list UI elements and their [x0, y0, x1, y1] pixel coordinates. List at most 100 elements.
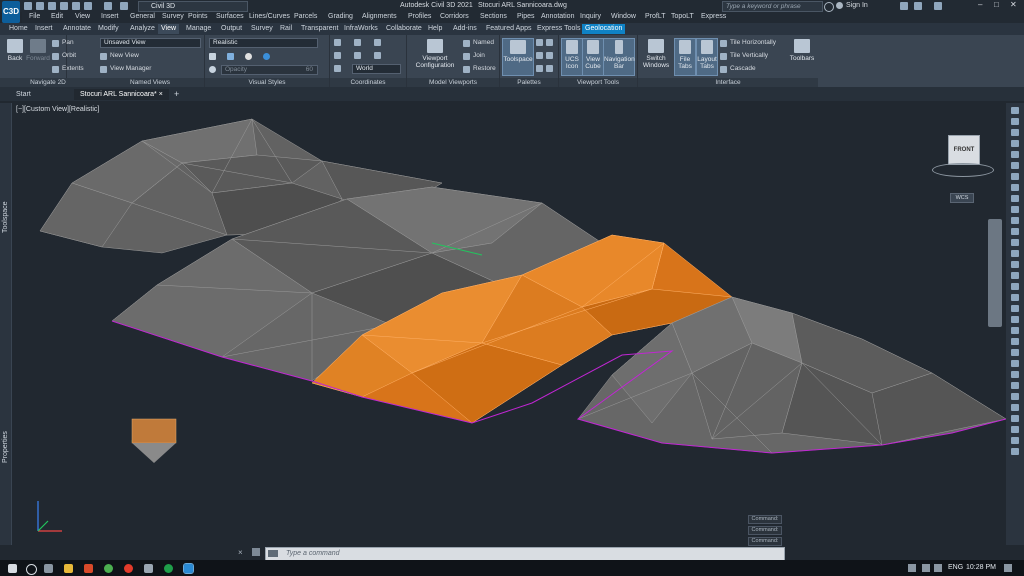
menu-item-parcels[interactable]: Parcels — [294, 13, 317, 20]
toolbar-tool-icon[interactable] — [1011, 272, 1019, 279]
tile-vertically-button[interactable]: Tile Vertically — [730, 52, 768, 59]
menu-item-edit[interactable]: Edit — [51, 13, 63, 20]
properties-palette-icon[interactable] — [536, 39, 543, 46]
toolbar-tool-icon[interactable] — [1011, 327, 1019, 334]
view-cube-toggle[interactable]: View Cube — [582, 38, 604, 76]
menu-item-survey[interactable]: Survey — [162, 13, 184, 20]
view-cube-compass[interactable] — [932, 163, 994, 177]
toolbar-tool-icon[interactable] — [1011, 228, 1019, 235]
ucs-x-icon[interactable] — [374, 39, 381, 46]
material-icon[interactable] — [227, 53, 234, 60]
toolbar-tool-icon[interactable] — [1011, 140, 1019, 147]
tab-rail[interactable]: Rail — [277, 24, 295, 34]
visual-style-dropdown[interactable]: Realistic — [209, 38, 318, 48]
tab-help[interactable]: Help — [425, 24, 445, 34]
menu-item-window[interactable]: Window — [611, 13, 636, 20]
menu-item-view[interactable]: View — [75, 13, 90, 20]
save-as-icon[interactable] — [60, 2, 68, 10]
new-tab-button[interactable]: + — [168, 89, 185, 100]
toolbar-tool-icon[interactable] — [1011, 316, 1019, 323]
task-view-icon[interactable] — [44, 564, 53, 573]
windows-start-icon[interactable] — [8, 564, 17, 573]
toolbar-tool-icon[interactable] — [1011, 437, 1019, 444]
workspace-dropdown[interactable]: Civil 3D — [138, 1, 248, 12]
toolbar-tool-icon[interactable] — [1011, 426, 1019, 433]
file-explorer-icon[interactable] — [64, 564, 73, 573]
named-view-dropdown[interactable]: Unsaved View — [100, 38, 201, 48]
tab-geolocation[interactable]: Geolocation — [582, 24, 626, 34]
toolbars-button[interactable]: Toolbars — [788, 38, 816, 74]
tab-manage[interactable]: Manage — [183, 24, 214, 34]
navigation-bar-toggle[interactable]: Navigation Bar — [603, 38, 635, 76]
tray-overflow-icon[interactable] — [908, 564, 916, 572]
tab-survey[interactable]: Survey — [248, 24, 276, 34]
share-icon[interactable] — [914, 2, 922, 10]
command-line[interactable]: Type a command — [265, 547, 785, 561]
tab-infraworks[interactable]: InfraWorks — [341, 24, 381, 34]
notepad-icon[interactable] — [144, 564, 153, 573]
toolbar-tool-icon[interactable] — [1011, 305, 1019, 312]
sky-icon[interactable] — [263, 53, 270, 60]
menu-item-topolt[interactable]: TopoLT — [671, 13, 694, 20]
ucs-icon[interactable] — [334, 39, 341, 46]
ucs-view-icon[interactable] — [334, 52, 341, 59]
toolbar-tool-icon[interactable] — [1011, 349, 1019, 356]
volume-icon[interactable] — [934, 564, 942, 572]
toolbar-tool-icon[interactable] — [1011, 195, 1019, 202]
toolspace-palette-tab[interactable]: Toolspace — [2, 201, 9, 233]
recent-commands-icon[interactable] — [268, 550, 278, 557]
menu-item-proflt[interactable]: ProfLT — [645, 13, 666, 20]
layers-palette-icon[interactable] — [536, 52, 543, 59]
language-indicator[interactable]: ENG — [948, 564, 963, 571]
file-tabs-toggle[interactable]: File Tabs — [674, 38, 696, 76]
drawing-viewport[interactable]: [−][Custom View][Realistic] FRONT WCS — [12, 103, 1006, 545]
menu-item-inquiry[interactable]: Inquiry — [580, 13, 601, 20]
tab-analyze[interactable]: Analyze — [127, 24, 158, 34]
cascade-button[interactable]: Cascade — [730, 65, 756, 72]
wcs-menu[interactable]: WCS — [950, 193, 974, 203]
opera-icon[interactable] — [124, 564, 133, 573]
properties-palette-tab[interactable]: Properties — [2, 431, 9, 463]
app-green-icon[interactable] — [164, 564, 173, 573]
open-icon[interactable] — [36, 2, 44, 10]
tool-palette-icon[interactable] — [546, 39, 553, 46]
close-command-line-icon[interactable]: × — [238, 548, 243, 557]
toolbar-tool-icon[interactable] — [1011, 239, 1019, 246]
toolbar-tool-icon[interactable] — [1011, 118, 1019, 125]
calculator-icon[interactable] — [536, 65, 543, 72]
ucs-icon-toggle[interactable]: UCS Icon — [561, 38, 583, 76]
new-icon[interactable] — [24, 2, 32, 10]
pan-button[interactable]: Pan — [62, 39, 74, 46]
toolbar-tool-icon[interactable] — [1011, 162, 1019, 169]
undo-icon[interactable] — [104, 2, 112, 10]
save-icon[interactable] — [48, 2, 56, 10]
civil3d-taskbar-icon[interactable] — [183, 563, 194, 574]
join-button[interactable]: Join — [473, 52, 485, 59]
tab-express-tools[interactable]: Express Tools — [534, 24, 583, 34]
toolspace-button[interactable]: Toolspace — [502, 38, 534, 76]
view-cube[interactable]: FRONT — [948, 135, 980, 165]
print-icon[interactable] — [84, 2, 92, 10]
toolbar-tool-icon[interactable] — [1011, 206, 1019, 213]
network-icon[interactable] — [922, 564, 930, 572]
toolbar-tool-icon[interactable] — [1011, 129, 1019, 136]
tab-drawing[interactable]: Stocuri ARL Sannicoara* × — [74, 89, 169, 100]
tab-insert[interactable]: Insert — [32, 24, 56, 34]
tab-output[interactable]: Output — [218, 24, 245, 34]
toolbar-tool-icon[interactable] — [1011, 448, 1019, 455]
ucs-3point-icon[interactable] — [334, 65, 341, 72]
office-icon[interactable] — [84, 564, 93, 573]
restore-button[interactable]: Restore — [473, 65, 496, 72]
menu-item-file[interactable]: File — [29, 13, 40, 20]
menu-item-corridors[interactable]: Corridors — [440, 13, 469, 20]
toolbar-tool-icon[interactable] — [1011, 184, 1019, 191]
search-taskbar-icon[interactable] — [26, 564, 37, 575]
toolbar-tool-icon[interactable] — [1011, 217, 1019, 224]
tab-transparent[interactable]: Transparent — [298, 24, 341, 34]
forward-button[interactable]: Forward — [24, 38, 52, 74]
chrome-icon[interactable] — [104, 564, 113, 573]
minimize-button[interactable]: – — [978, 0, 982, 9]
toolbar-tool-icon[interactable] — [1011, 283, 1019, 290]
xray-icon[interactable] — [209, 66, 216, 73]
menu-item-annotation[interactable]: Annotation — [541, 13, 574, 20]
